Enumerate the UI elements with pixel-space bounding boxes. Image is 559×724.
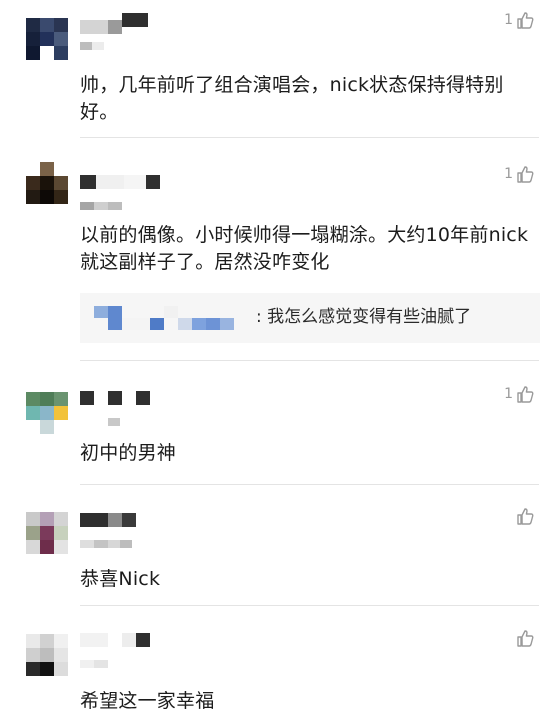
avatar[interactable]: [26, 512, 68, 554]
avatar[interactable]: [26, 162, 68, 204]
like-button[interactable]: [513, 628, 535, 648]
username[interactable]: [80, 512, 136, 528]
reply-box[interactable]: : 我怎么感觉变得有些油腻了: [80, 293, 540, 343]
comment-item: 1 帅，几年前听了组合演唱会，nick状态保持得特别好。: [0, 0, 559, 140]
like-count: 1: [504, 12, 513, 28]
comment-text: 帅，几年前听了组合演唱会，nick状态保持得特别好。: [80, 74, 504, 123]
comment-text: 以前的偶像。小时候帅得一塌糊涂。大约10年前nick就这副样子了。居然没咋变化: [80, 224, 529, 273]
like-button[interactable]: [513, 506, 535, 526]
like-button[interactable]: 1: [504, 164, 535, 184]
thumbs-up-icon: [517, 166, 534, 183]
avatar[interactable]: [26, 392, 68, 434]
avatar[interactable]: [26, 18, 68, 60]
reply-username[interactable]: [94, 306, 234, 330]
user-meta: [80, 202, 122, 210]
thumbs-up-icon: [517, 630, 534, 647]
comment-text: 希望这一家幸福: [80, 690, 215, 712]
comment-item: 恭喜Nick: [0, 486, 559, 606]
like-count: 1: [504, 386, 513, 402]
divider: [80, 360, 539, 361]
divider: [80, 484, 539, 485]
comment-item: 1 以前的偶像。小时候帅得一塌糊涂。大约10年前nick就这副样子了。居然没咋变…: [0, 140, 559, 360]
thumbs-up-icon: [517, 508, 534, 525]
divider: [80, 137, 539, 138]
user-meta: [80, 42, 104, 50]
comment-item: 希望这一家幸福: [0, 606, 559, 724]
username[interactable]: [80, 12, 148, 34]
username[interactable]: [80, 174, 160, 190]
user-meta: [80, 540, 132, 548]
avatar[interactable]: [26, 634, 68, 676]
like-count: 1: [504, 166, 513, 182]
comment-text: 恭喜Nick: [80, 568, 161, 590]
user-meta: [80, 660, 108, 668]
comment-item: 1 初中的男神: [0, 360, 559, 485]
comment-text: 初中的男神: [80, 442, 177, 464]
like-button[interactable]: 1: [504, 10, 535, 30]
thumbs-up-icon: [517, 386, 534, 403]
reply-text: : 我怎么感觉变得有些油腻了: [256, 307, 472, 327]
like-button[interactable]: 1: [504, 384, 535, 404]
user-meta: [80, 418, 120, 426]
username[interactable]: [80, 390, 150, 406]
thumbs-up-icon: [517, 12, 534, 29]
username[interactable]: [80, 632, 150, 648]
